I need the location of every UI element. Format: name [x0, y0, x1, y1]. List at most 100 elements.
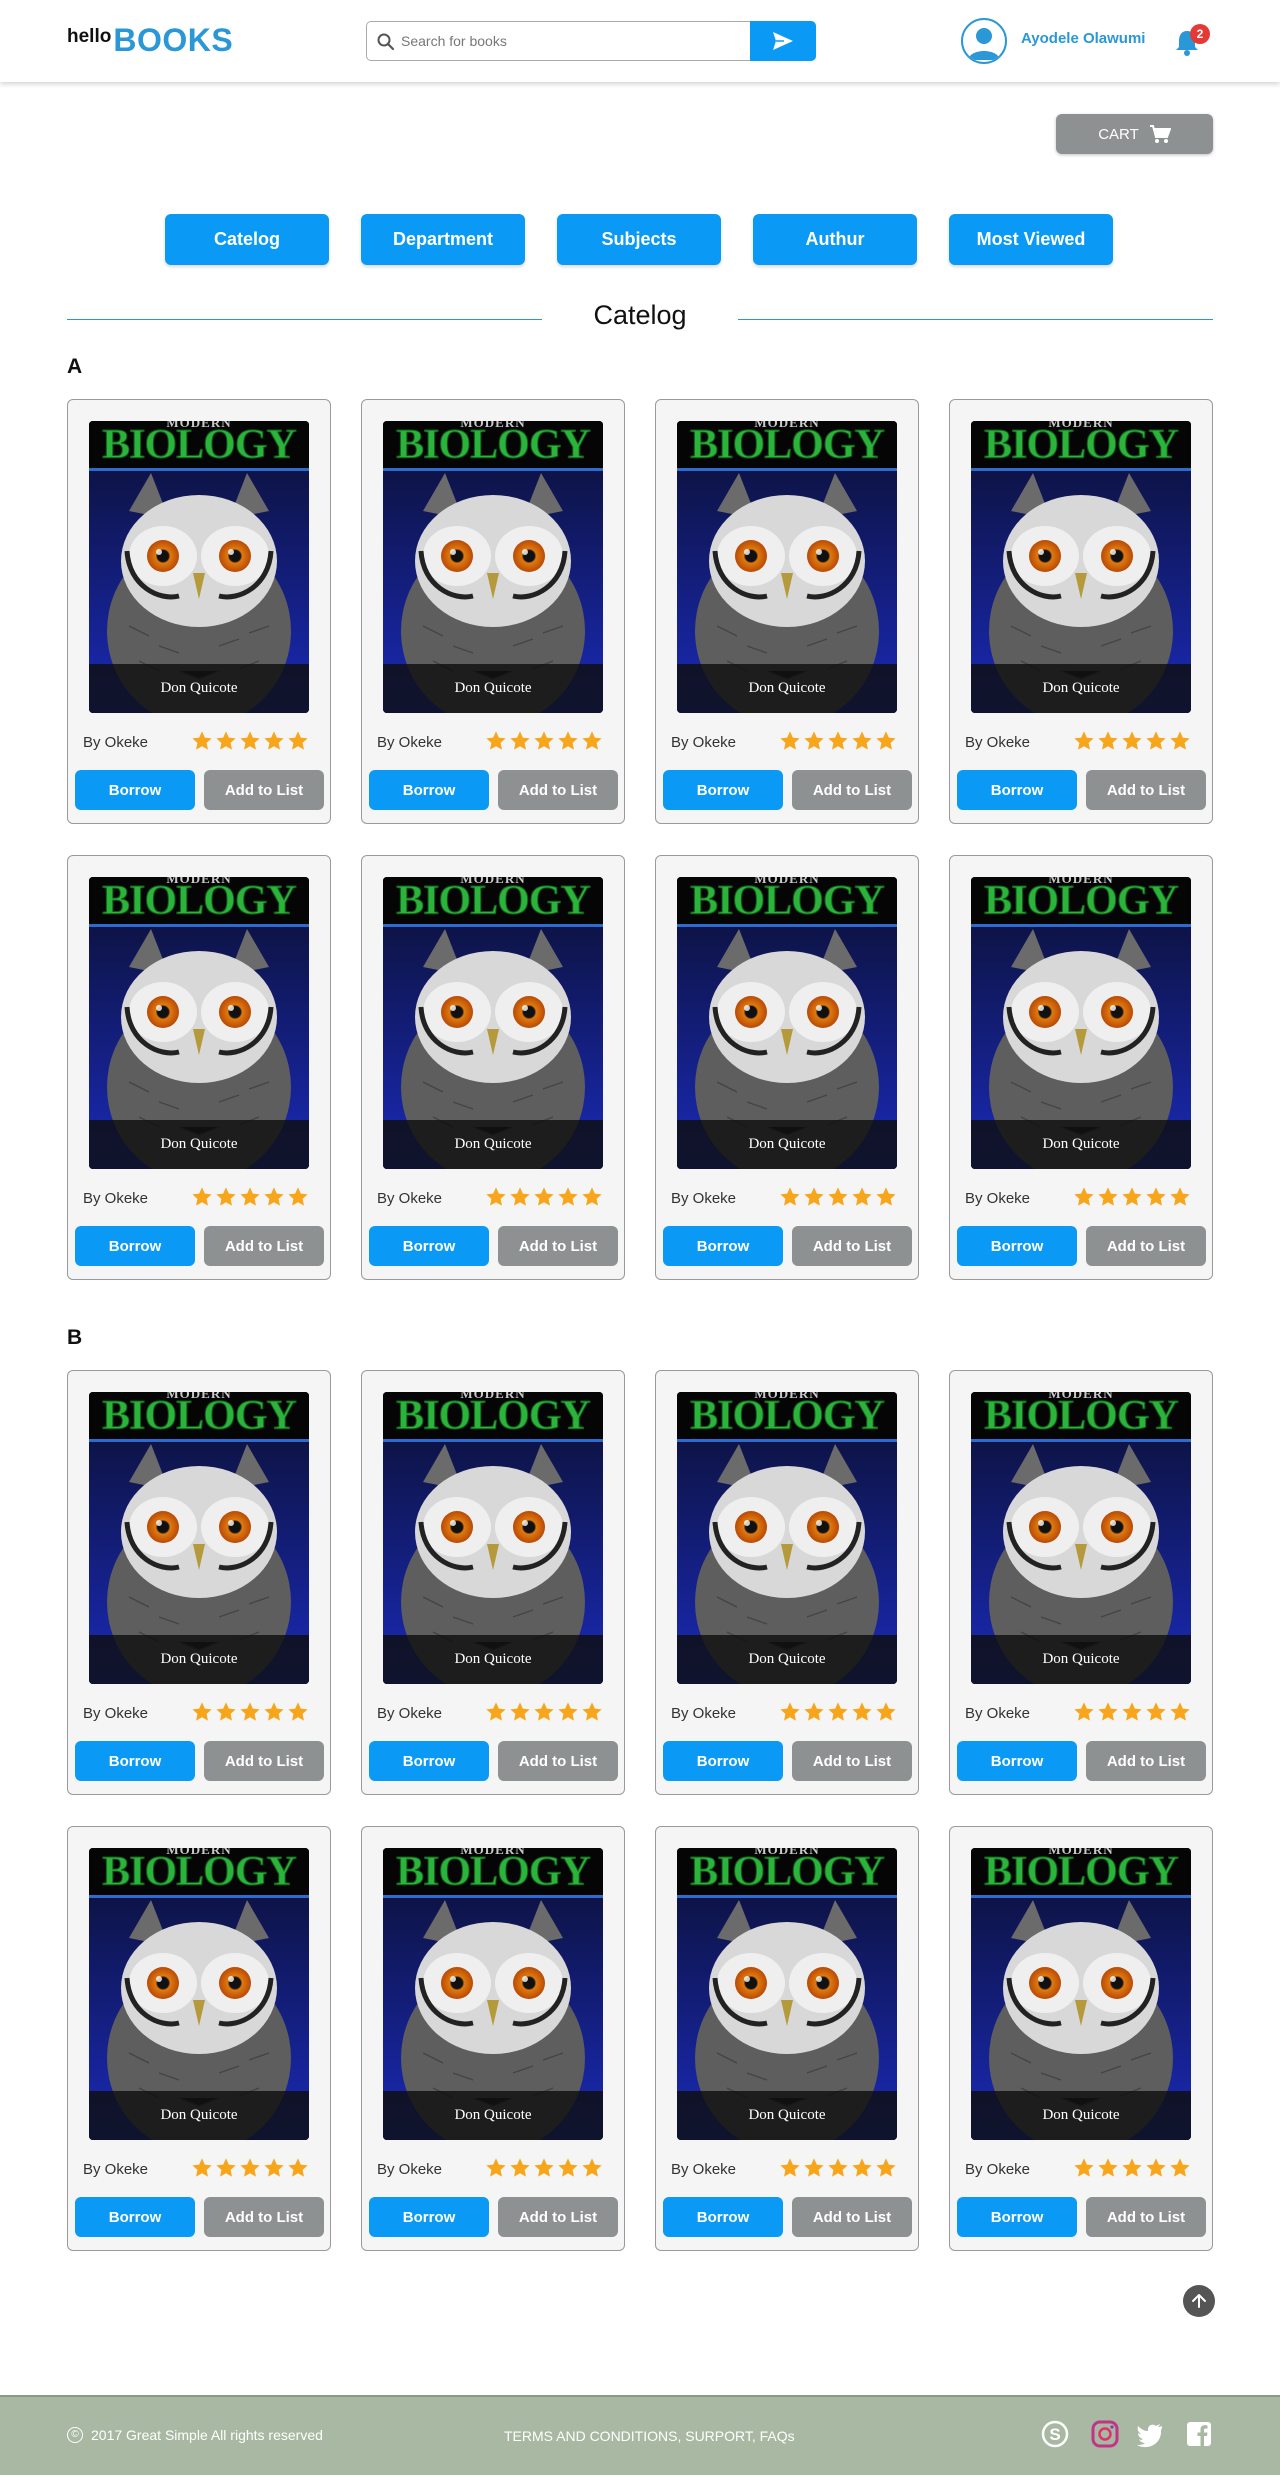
skype-icon[interactable]: S	[1040, 2419, 1070, 2449]
book-cover[interactable]: MODERN BIOLOGY Don Quicote	[383, 1848, 603, 2140]
book-card[interactable]: MODERN BIOLOGY Don Quicote By Okeke Borr…	[949, 1370, 1213, 1795]
footer-links[interactable]: TERMS AND CONDITIONS, SURPORT, FAQs	[504, 2428, 795, 2444]
book-cover[interactable]: MODERN BIOLOGY Don Quicote	[383, 877, 603, 1169]
book-card[interactable]: MODERN BIOLOGY Don Quicote By Okeke Borr…	[655, 399, 919, 824]
book-card[interactable]: MODERN BIOLOGY Don Quicote By Okeke Borr…	[655, 1826, 919, 2251]
borrow-button[interactable]: Borrow	[663, 770, 783, 810]
book-cover[interactable]: MODERN BIOLOGY Don Quicote	[89, 1848, 309, 2140]
book-author: By Okeke	[83, 1190, 149, 1207]
add-to-list-button[interactable]: Add to List	[792, 1741, 912, 1781]
add-to-list-button[interactable]: Add to List	[1086, 1741, 1206, 1781]
book-card[interactable]: MODERN BIOLOGY Don Quicote By Okeke Borr…	[949, 855, 1213, 1280]
borrow-button[interactable]: Borrow	[369, 1741, 489, 1781]
book-cover[interactable]: MODERN BIOLOGY Don Quicote	[383, 1392, 603, 1684]
book-cover[interactable]: MODERN BIOLOGY Don Quicote	[89, 421, 309, 713]
borrow-button[interactable]: Borrow	[957, 1226, 1077, 1266]
book-cover[interactable]: MODERN BIOLOGY Don Quicote	[89, 1392, 309, 1684]
borrow-button[interactable]: Borrow	[369, 2197, 489, 2237]
nav-authur[interactable]: Authur	[753, 214, 917, 265]
rating-stars	[1073, 1186, 1191, 1208]
avatar[interactable]	[961, 18, 1007, 64]
add-to-list-button[interactable]: Add to List	[792, 1226, 912, 1266]
rating-stars	[1073, 1701, 1191, 1723]
book-card[interactable]: MODERN BIOLOGY Don Quicote By Okeke Borr…	[67, 855, 331, 1280]
book-cover[interactable]: MODERN BIOLOGY Don Quicote	[971, 421, 1191, 713]
star-icon	[582, 731, 602, 750]
add-to-list-button[interactable]: Add to List	[498, 770, 618, 810]
add-to-list-button[interactable]: Add to List	[204, 2197, 324, 2237]
user-name-link[interactable]: Ayodele Olawumi	[1021, 30, 1145, 47]
nav-subjects[interactable]: Subjects	[557, 214, 721, 265]
add-to-list-button[interactable]: Add to List	[1086, 770, 1206, 810]
cover-subject: BIOLOGY	[102, 878, 298, 924]
nav-most-viewed[interactable]: Most Viewed	[949, 214, 1113, 265]
scroll-to-top-button[interactable]	[1183, 2285, 1215, 2317]
book-cover[interactable]: MODERN BIOLOGY Don Quicote	[677, 1392, 897, 1684]
book-cover[interactable]: MODERN BIOLOGY Don Quicote	[383, 421, 603, 713]
book-cover[interactable]: MODERN BIOLOGY Don Quicote	[677, 1848, 897, 2140]
borrow-button[interactable]: Borrow	[75, 2197, 195, 2237]
book-card[interactable]: MODERN BIOLOGY Don Quicote By Okeke Borr…	[361, 1370, 625, 1795]
book-card[interactable]: MODERN BIOLOGY Don Quicote By Okeke Borr…	[67, 399, 331, 824]
book-card[interactable]: MODERN BIOLOGY Don Quicote By Okeke Borr…	[655, 855, 919, 1280]
star-icon	[852, 1187, 872, 1206]
add-to-list-button[interactable]: Add to List	[498, 1741, 618, 1781]
search-input[interactable]	[401, 28, 771, 54]
book-cover[interactable]: MODERN BIOLOGY Don Quicote	[971, 877, 1191, 1169]
add-to-list-button[interactable]: Add to List	[204, 770, 324, 810]
book-card[interactable]: MODERN BIOLOGY Don Quicote By Okeke Borr…	[67, 1826, 331, 2251]
book-author: By Okeke	[83, 2161, 149, 2178]
instagram-icon[interactable]	[1090, 2419, 1120, 2449]
borrow-button[interactable]: Borrow	[369, 770, 489, 810]
facebook-icon[interactable]	[1184, 2419, 1214, 2449]
book-card[interactable]: MODERN BIOLOGY Don Quicote By Okeke Borr…	[655, 1370, 919, 1795]
star-icon	[240, 731, 260, 750]
star-icon	[240, 1702, 260, 1721]
add-to-list-button[interactable]: Add to List	[498, 1226, 618, 1266]
book-cover[interactable]: MODERN BIOLOGY Don Quicote	[677, 421, 897, 713]
arrow-up-icon	[1192, 2294, 1206, 2308]
search-submit-button[interactable]	[750, 21, 816, 61]
borrow-button[interactable]: Borrow	[75, 1741, 195, 1781]
twitter-icon[interactable]	[1135, 2419, 1165, 2449]
star-icon	[288, 731, 308, 750]
star-icon	[1146, 2158, 1166, 2177]
add-to-list-button[interactable]: Add to List	[204, 1741, 324, 1781]
borrow-button[interactable]: Borrow	[663, 2197, 783, 2237]
nav-catelog[interactable]: Catelog	[165, 214, 329, 265]
add-to-list-button[interactable]: Add to List	[204, 1226, 324, 1266]
cart-button[interactable]: CART	[1056, 114, 1213, 154]
borrow-button[interactable]: Borrow	[957, 770, 1077, 810]
book-author: By Okeke	[965, 1190, 1031, 1207]
star-icon	[780, 2158, 800, 2177]
star-icon	[216, 2158, 236, 2177]
book-author: By Okeke	[377, 1705, 443, 1722]
borrow-button[interactable]: Borrow	[663, 1226, 783, 1266]
book-cover[interactable]: MODERN BIOLOGY Don Quicote	[677, 877, 897, 1169]
star-icon	[486, 2158, 506, 2177]
cover-subject: BIOLOGY	[396, 1849, 592, 1895]
add-to-list-button[interactable]: Add to List	[1086, 1226, 1206, 1266]
nav-department[interactable]: Department	[361, 214, 525, 265]
borrow-button[interactable]: Borrow	[369, 1226, 489, 1266]
add-to-list-button[interactable]: Add to List	[1086, 2197, 1206, 2237]
logo[interactable]: hello BOOKS	[67, 22, 233, 59]
borrow-button[interactable]: Borrow	[957, 2197, 1077, 2237]
book-card[interactable]: MODERN BIOLOGY Don Quicote By Okeke Borr…	[949, 399, 1213, 824]
book-card[interactable]: MODERN BIOLOGY Don Quicote By Okeke Borr…	[361, 399, 625, 824]
borrow-button[interactable]: Borrow	[75, 1226, 195, 1266]
book-card[interactable]: MODERN BIOLOGY Don Quicote By Okeke Borr…	[361, 1826, 625, 2251]
book-cover[interactable]: MODERN BIOLOGY Don Quicote	[971, 1848, 1191, 2140]
borrow-button[interactable]: Borrow	[957, 1741, 1077, 1781]
book-cover[interactable]: MODERN BIOLOGY Don Quicote	[89, 877, 309, 1169]
book-cover[interactable]: MODERN BIOLOGY Don Quicote	[971, 1392, 1191, 1684]
add-to-list-button[interactable]: Add to List	[498, 2197, 618, 2237]
add-to-list-button[interactable]: Add to List	[792, 770, 912, 810]
add-to-list-button[interactable]: Add to List	[792, 2197, 912, 2237]
borrow-button[interactable]: Borrow	[663, 1741, 783, 1781]
borrow-button[interactable]: Borrow	[75, 770, 195, 810]
book-card[interactable]: MODERN BIOLOGY Don Quicote By Okeke Borr…	[67, 1370, 331, 1795]
book-title: Don Quicote	[677, 664, 897, 713]
book-card[interactable]: MODERN BIOLOGY Don Quicote By Okeke Borr…	[361, 855, 625, 1280]
book-card[interactable]: MODERN BIOLOGY Don Quicote By Okeke Borr…	[949, 1826, 1213, 2251]
